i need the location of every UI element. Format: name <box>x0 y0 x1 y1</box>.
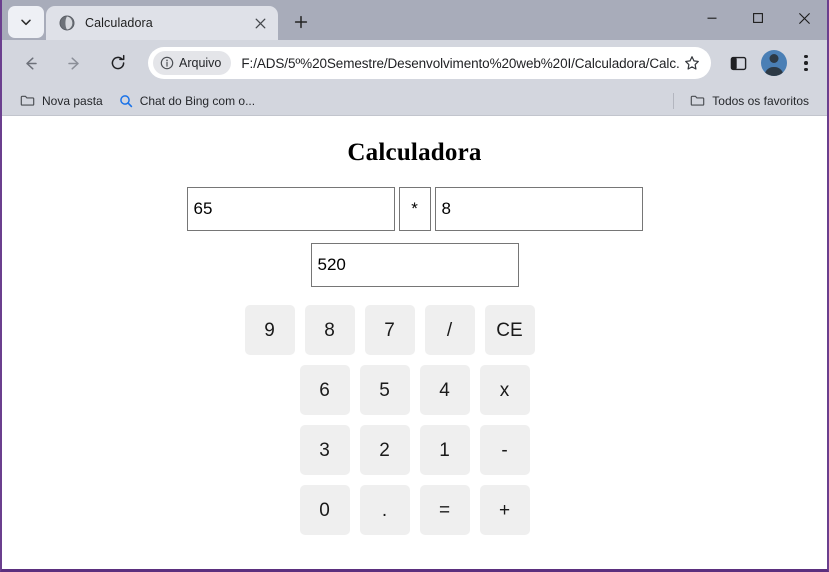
tab-search-button[interactable] <box>8 6 44 38</box>
avatar-body <box>764 67 784 76</box>
folder-icon <box>690 93 705 108</box>
address-bar[interactable]: Arquivo F:/ADS/5º%20Semestre/Desenvolvim… <box>148 47 711 79</box>
key-8[interactable]: 8 <box>304 305 355 355</box>
key-equals[interactable]: = <box>419 485 470 535</box>
result-row <box>2 243 827 287</box>
bookmarks-divider <box>673 92 675 109</box>
minimize-button[interactable] <box>689 0 735 36</box>
key-minus[interactable]: - <box>479 425 530 475</box>
page-content: Calculadora 9 8 7 / CE 6 5 4 x <box>2 116 827 569</box>
back-button[interactable] <box>14 47 46 79</box>
browser-tab[interactable]: Calculadora <box>46 6 278 40</box>
tab-title: Calculadora <box>85 16 153 30</box>
browser-toolbar: Arquivo F:/ADS/5º%20Semestre/Desenvolvim… <box>2 40 827 86</box>
scheme-label: Arquivo <box>179 56 222 70</box>
search-icon <box>119 94 133 108</box>
close-icon[interactable] <box>250 13 270 33</box>
keypad-row: 6 5 4 x <box>2 365 827 415</box>
scheme-chip[interactable]: Arquivo <box>153 51 232 75</box>
info-circle-icon <box>160 56 174 70</box>
calculator-keypad: 9 8 7 / CE 6 5 4 x 3 2 1 - 0 . = + <box>2 305 827 535</box>
avatar-head <box>769 54 779 63</box>
chevron-down-icon <box>20 16 32 28</box>
key-decimal[interactable]: . <box>359 485 410 535</box>
operand-b-input[interactable] <box>434 187 643 231</box>
key-divide[interactable]: / <box>424 305 475 355</box>
key-multiply[interactable]: x <box>479 365 530 415</box>
tab-strip: Calculadora <box>2 0 827 40</box>
key-plus[interactable]: + <box>479 485 530 535</box>
three-dot-menu-icon[interactable] <box>793 48 819 78</box>
bookmark-label: Chat do Bing com o... <box>139 93 256 108</box>
key-2[interactable]: 2 <box>359 425 410 475</box>
key-5[interactable]: 5 <box>359 365 410 415</box>
url-text[interactable]: F:/ADS/5º%20Semestre/Desenvolvimento%20w… <box>241 56 679 71</box>
browser-window: Calculadora Arquivo F:/ADS/5º%20Semestre… <box>0 0 829 572</box>
forward-button[interactable] <box>58 47 90 79</box>
key-4[interactable]: 4 <box>419 365 470 415</box>
window-controls <box>689 0 827 36</box>
keypad-row: 3 2 1 - <box>2 425 827 475</box>
key-1[interactable]: 1 <box>419 425 470 475</box>
key-0[interactable]: 0 <box>299 485 350 535</box>
new-tab-button[interactable] <box>286 7 316 37</box>
keypad-row: 9 8 7 / CE <box>2 305 827 355</box>
folder-icon <box>20 93 35 108</box>
bookmark-item[interactable]: Nova pasta <box>12 90 111 112</box>
key-6[interactable]: 6 <box>299 365 350 415</box>
reload-button[interactable] <box>102 47 134 79</box>
page-title: Calculadora <box>347 139 482 166</box>
key-7[interactable]: 7 <box>364 305 415 355</box>
bookmarks-bar: Nova pasta Chat do Bing com o... Todos o… <box>2 86 827 116</box>
operand-a-input[interactable] <box>186 187 395 231</box>
key-9[interactable]: 9 <box>244 305 295 355</box>
close-button[interactable] <box>781 0 827 36</box>
operator-input[interactable] <box>398 187 431 231</box>
all-bookmarks-label: Todos os favoritos <box>712 93 809 108</box>
maximize-button[interactable] <box>735 0 781 36</box>
result-input[interactable] <box>310 243 519 287</box>
bookmark-item[interactable]: Chat do Bing com o... <box>111 90 263 112</box>
key-clear-entry[interactable]: CE <box>484 305 535 355</box>
key-3[interactable]: 3 <box>299 425 350 475</box>
keypad-row: 0 . = + <box>2 485 827 535</box>
bookmark-label: Nova pasta <box>42 93 103 108</box>
profile-avatar[interactable] <box>761 50 787 76</box>
side-panel-icon[interactable] <box>723 48 753 78</box>
all-bookmarks-item[interactable]: Todos os favoritos <box>682 90 817 112</box>
globe-icon <box>58 15 75 32</box>
operand-row <box>2 187 827 231</box>
star-icon[interactable] <box>679 50 705 76</box>
